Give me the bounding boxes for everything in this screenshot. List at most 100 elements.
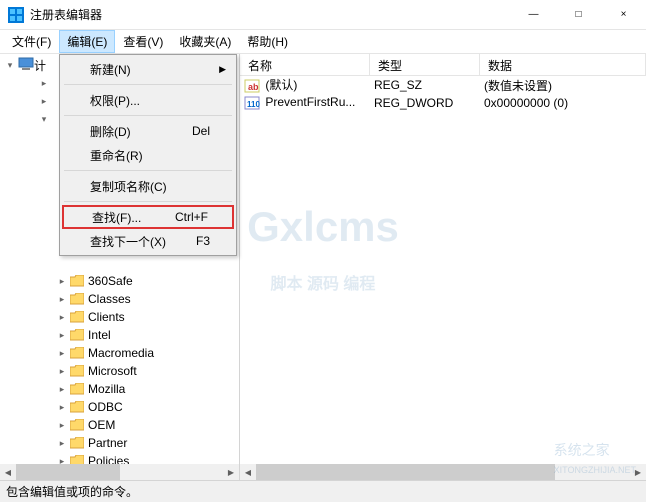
menu-item[interactable]: 查找下一个(X)F3 [62, 229, 234, 253]
scroll-track[interactable] [16, 464, 223, 480]
scroll-right-button[interactable]: ▶ [630, 464, 646, 480]
tree-label: OEM [88, 418, 115, 432]
tree-item[interactable]: ▸ ODBC [18, 398, 239, 416]
dword-value-icon: 110 [244, 95, 260, 111]
column-data[interactable]: 数据 [480, 54, 646, 75]
value-type: REG_DWORD [370, 96, 480, 110]
tree-label: Macromedia [88, 346, 154, 360]
value-data: (数值未设置) [480, 77, 646, 94]
tree-label: Microsoft [88, 364, 137, 378]
menu-item-shortcut: Del [192, 124, 210, 138]
menu-item[interactable]: 权限(P)... [62, 88, 234, 112]
svg-text:110: 110 [247, 100, 260, 109]
column-name[interactable]: 名称 [240, 54, 370, 75]
menu-item[interactable]: 查找(F)...Ctrl+F [62, 205, 234, 229]
folder-icon [70, 419, 84, 431]
collapsed-icon[interactable]: ▸ [56, 347, 68, 359]
tree-item[interactable]: ▸ Microsoft [18, 362, 239, 380]
menu-item[interactable]: 复制项名称(C) [62, 174, 234, 198]
menu-separator [64, 170, 232, 171]
menu-item[interactable]: 删除(D)Del [62, 119, 234, 143]
menu-edit[interactable]: 编辑(E) [59, 30, 115, 53]
tree-item[interactable]: ▸ Clients [18, 308, 239, 326]
menu-separator [64, 201, 232, 202]
collapsed-icon[interactable]: ▸ [56, 293, 68, 305]
value-type: REG_SZ [370, 78, 480, 92]
minimize-button[interactable]: — [511, 0, 556, 30]
menu-item-label: 查找下一个(X) [90, 233, 196, 250]
tree-label: Classes [88, 292, 131, 306]
maximize-button[interactable]: □ [556, 0, 601, 30]
tree-item[interactable]: ▸Intel [18, 326, 239, 344]
window-title: 注册表编辑器 [30, 6, 511, 23]
folder-icon [70, 401, 84, 413]
collapsed-icon[interactable]: ▸ [56, 329, 68, 341]
collapsed-icon[interactable]: ▸ [56, 311, 68, 323]
scroll-thumb[interactable] [16, 464, 120, 480]
edit-dropdown-menu: 新建(N) ▶ 权限(P)... 删除(D)Del 重命名(R) 复制项名称(C) 查找(F… [59, 54, 237, 256]
tree-item[interactable]: ▸ Mozilla [18, 380, 239, 398]
menu-file[interactable]: 文件(F) [4, 30, 59, 53]
menubar: 文件(F) 编辑(E) 查看(V) 收藏夹(A) 帮助(H) [0, 30, 646, 54]
column-type[interactable]: 类型 [370, 54, 480, 75]
tree-item[interactable]: ▸ Macromedia [18, 344, 239, 362]
tree-label: Clients [88, 310, 125, 324]
tree-label: 计 [34, 57, 46, 74]
menu-separator [64, 84, 232, 85]
tree-scrollbar-horizontal[interactable]: ◀ ▶ [0, 464, 239, 480]
titlebar: 注册表编辑器 — □ × [0, 0, 646, 30]
menu-item-shortcut: F3 [196, 234, 210, 248]
status-text: 包含编辑值或项的命令。 [6, 483, 138, 500]
scroll-track[interactable] [256, 464, 630, 480]
menu-help[interactable]: 帮助(H) [239, 30, 296, 53]
folder-icon [70, 437, 84, 449]
folder-icon [70, 365, 84, 377]
collapsed-icon[interactable]: ▸ [56, 401, 68, 413]
scroll-right-button[interactable]: ▶ [223, 464, 239, 480]
menu-item[interactable]: 重命名(R) [62, 143, 234, 167]
menu-item-label: 删除(D) [90, 123, 192, 140]
collapsed-icon[interactable]: ▸ [38, 77, 50, 89]
expanded-icon[interactable]: ▾ [38, 113, 50, 125]
collapsed-icon[interactable]: ▸ [56, 419, 68, 431]
folder-icon [70, 293, 84, 305]
tree-item[interactable]: ▸ Partner [18, 434, 239, 452]
tree-item[interactable]: ▸ OEM [18, 416, 239, 434]
list-scrollbar-horizontal[interactable]: ◀ ▶ [240, 464, 646, 480]
list-row[interactable]: 110 PreventFirstRu... REG_DWORD 0x000000… [240, 94, 646, 112]
menu-item-label: 重命名(R) [90, 147, 210, 164]
statusbar: 包含编辑值或项的命令。 [0, 480, 646, 502]
menu-view[interactable]: 查看(V) [115, 30, 171, 53]
menu-item-label: 复制项名称(C) [90, 178, 210, 195]
list-row[interactable]: ab (默认) REG_SZ (数值未设置) [240, 76, 646, 94]
menu-item-label: 查找(F)... [92, 209, 175, 226]
collapsed-icon[interactable]: ▸ [56, 383, 68, 395]
close-button[interactable]: × [601, 0, 646, 30]
tree-item[interactable]: ▸ 360Safe [18, 272, 239, 290]
folder-icon [70, 347, 84, 359]
submenu-arrow-icon: ▶ [219, 64, 226, 75]
scroll-thumb[interactable] [256, 464, 555, 480]
tree-label: Partner [88, 436, 127, 450]
menu-favorites[interactable]: 收藏夹(A) [171, 30, 239, 53]
collapsed-icon[interactable]: ▸ [56, 275, 68, 287]
window-controls: — □ × [511, 0, 646, 30]
tree-label: 360Safe [88, 274, 133, 288]
svg-text:ab: ab [248, 82, 259, 92]
tree-label: Mozilla [88, 382, 125, 396]
value-name: PreventFirstRu... [265, 95, 355, 109]
expander-icon[interactable]: ▾ [4, 59, 16, 71]
value-data: 0x00000000 (0) [480, 96, 646, 110]
collapsed-icon[interactable]: ▸ [56, 437, 68, 449]
scroll-left-button[interactable]: ◀ [240, 464, 256, 480]
tree-label: ODBC [88, 400, 123, 414]
folder-icon [70, 311, 84, 323]
menu-separator [64, 115, 232, 116]
tree-item[interactable]: ▸ Classes [18, 290, 239, 308]
collapsed-icon[interactable]: ▸ [38, 95, 50, 107]
scroll-left-button[interactable]: ◀ [0, 464, 16, 480]
collapsed-icon[interactable]: ▸ [56, 365, 68, 377]
menu-item[interactable]: 新建(N) ▶ [62, 57, 234, 81]
menu-item-label: 新建(N) [90, 61, 210, 78]
folder-icon [70, 383, 84, 395]
